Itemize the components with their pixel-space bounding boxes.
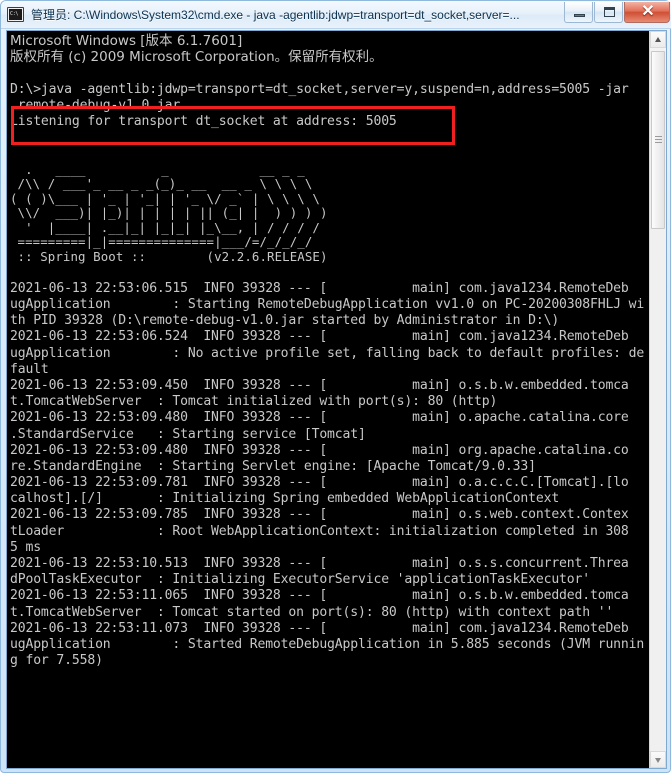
- console-output[interactable]: Microsoft Windows [版本 6.1.7601] 版权所有 (c) …: [7, 31, 650, 768]
- cmd-window: 管理员: C:\Windows\System32\cmd.exe - java …: [0, 0, 671, 773]
- maximize-button[interactable]: [594, 2, 623, 23]
- window-controls: ✕: [563, 2, 670, 23]
- minimize-button[interactable]: [564, 2, 593, 23]
- console-line: ugApplication : No active profile set, f…: [10, 345, 645, 361]
- scroll-down-arrow[interactable]: [650, 751, 666, 768]
- maximize-icon: [604, 7, 615, 17]
- title-bar[interactable]: 管理员: C:\Windows\System32\cmd.exe - java …: [1, 1, 671, 29]
- vertical-scrollbar[interactable]: [649, 31, 666, 768]
- console-line: dPoolTaskExecutor : Initializing Executo…: [10, 572, 590, 588]
- console-line: re.StandardEngine : Starting Servlet eng…: [10, 458, 536, 474]
- console-line: Listening for transport dt_socket at add…: [10, 113, 397, 129]
- console-line: calhost].[/] : Initializing Spring embed…: [10, 491, 560, 507]
- console-line: 2021-06-13 22:53:09.785 INFO 39328 --- […: [10, 507, 629, 523]
- console-line: .StandardService : Starting service [Tom…: [10, 426, 366, 442]
- console-line: ugApplication : Started RemoteDebugAppli…: [10, 636, 645, 652]
- console-line: . ____ _ __ _ _: [10, 161, 305, 177]
- console-line: 2021-06-13 22:53:09.480 INFO 39328 --- […: [10, 442, 629, 458]
- console-line: \\/ ___)| |_)| | | | | || (_| | ) ) ) ): [10, 205, 328, 221]
- minimize-icon: [574, 14, 585, 17]
- console-line: 2021-06-13 22:53:06.515 INFO 39328 --- […: [10, 280, 629, 296]
- console-line: :: Spring Boot :: (v2.2.6.RELEASE): [10, 249, 328, 265]
- console-line: remote-debug-v1.0.jar: [10, 97, 181, 113]
- scroll-thumb[interactable]: [651, 51, 665, 229]
- console-line: g for 7.558): [10, 653, 103, 669]
- scroll-thumb-grip: [655, 136, 662, 143]
- console-line: 2021-06-13 22:53:09.480 INFO 39328 --- […: [10, 410, 629, 426]
- console-line: t.TomcatWebServer : Tomcat started on po…: [10, 604, 614, 620]
- console-line: 版权所有 (c) 2009 Microsoft Corporation。保留所有…: [10, 49, 383, 66]
- console-line: /\\ / ___'_ __ _ _(_)_ __ __ _ \ \ \ \: [10, 176, 313, 192]
- console-line: Microsoft Windows [版本 6.1.7601]: [10, 33, 243, 49]
- console-line: ( ( )\___ | '_ | '_| | '_ \/ _` | \ \ \ …: [10, 190, 320, 206]
- console-line: th PID 39328 (D:\remote-debug-v1.0.jar s…: [10, 313, 560, 329]
- console-line: 2021-06-13 22:53:11.073 INFO 39328 --- […: [10, 620, 629, 636]
- console-line: 2021-06-13 22:53:11.065 INFO 39328 --- […: [10, 588, 629, 604]
- cmd-console-icon: [7, 7, 24, 22]
- console-line: fault: [10, 361, 49, 377]
- console-line: 2021-06-13 22:53:09.450 INFO 39328 --- […: [10, 377, 629, 393]
- close-button[interactable]: ✕: [624, 2, 670, 23]
- console-line: 5 ms: [10, 539, 41, 555]
- close-icon: ✕: [641, 3, 655, 20]
- window-title: 管理员: C:\Windows\System32\cmd.exe - java …: [31, 8, 520, 22]
- console-line: t.TomcatWebServer : Tomcat initialized w…: [10, 394, 498, 410]
- console-line: ' |____| .__|_| |_|_| |_\__, | / / / /: [10, 219, 320, 235]
- console-line: D:\>java -agentlib:jdwp=transport=dt_soc…: [10, 81, 629, 97]
- console-line: 2021-06-13 22:53:06.524 INFO 39328 --- […: [10, 329, 629, 345]
- console-line: 2021-06-13 22:53:10.513 INFO 39328 --- […: [10, 556, 629, 572]
- console-client-area: Microsoft Windows [版本 6.1.7601] 版权所有 (c) …: [6, 30, 667, 769]
- console-line: ugApplication : Starting RemoteDebugAppl…: [10, 297, 645, 313]
- console-line: 2021-06-13 22:53:09.781 INFO 39328 --- […: [10, 475, 629, 491]
- scroll-up-arrow[interactable]: [650, 31, 666, 48]
- console-line: =========|_|==============|___/=/_/_/_/: [10, 234, 313, 250]
- console-line: tLoader : Root WebApplicationContext: in…: [10, 523, 629, 539]
